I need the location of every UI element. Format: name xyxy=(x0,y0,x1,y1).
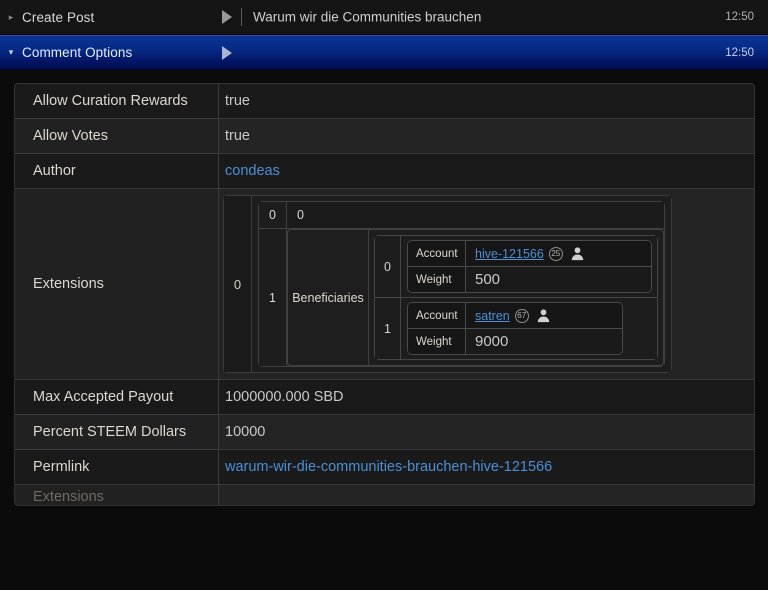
field-label: Allow Curation Rewards xyxy=(15,84,219,119)
extensions-inner-row-beneficiaries: 1 Beneficiaries 0 Account hive-121566 25… xyxy=(259,229,664,366)
beneficiaries-label: Beneficiaries xyxy=(292,290,364,305)
beneficiaries-wrapper-row: Beneficiaries 0 Account hive-121566 25 W… xyxy=(287,229,664,366)
beneficiaries-items-cell: 0 Account hive-121566 25 Weight 500 1 Ac… xyxy=(369,229,664,366)
inner-index: 0 xyxy=(259,202,287,229)
chevron-right-icon[interactable]: ▸ xyxy=(0,12,22,22)
extensions-outer-table: 0 0 0 1 Beneficiaries 0 Account hive-121… xyxy=(223,195,672,373)
table-row-extensions: Extensions 0 0 0 1 Beneficiaries 0 Accou… xyxy=(15,189,754,380)
field-label: Permlink xyxy=(15,450,219,485)
table-row: Allow Votes true xyxy=(15,119,754,154)
beneficiary-index: 1 xyxy=(375,298,401,359)
beneficiary-account-link[interactable]: hive-121566 xyxy=(475,247,544,261)
play-icon[interactable] xyxy=(222,10,232,24)
operation-bar-create-post[interactable]: ▸ Create Post Warum wir die Communities … xyxy=(0,0,768,35)
chevron-down-icon[interactable]: ▾ xyxy=(0,48,22,57)
beneficiary-cell: Account hive-121566 25 Weight 500 xyxy=(401,236,657,298)
table-row: Max Accepted Payout 1000000.000 SBD xyxy=(15,380,754,415)
table-row: Author condeas xyxy=(15,154,754,189)
beneficiaries-wrapper: Beneficiaries 0 Account hive-121566 25 W… xyxy=(287,229,664,366)
operation-subtitle-create-post: Warum wir die Communities brauchen xyxy=(253,9,482,25)
extensions-outer-index: 0 xyxy=(224,196,252,372)
inner-index: 1 xyxy=(259,229,287,366)
beneficiary-weight-row: Weight 500 xyxy=(408,267,651,292)
weight-value: 500 xyxy=(466,267,651,292)
operation-time-comment-options: 12:50 xyxy=(725,46,754,59)
account-caption: Account xyxy=(408,241,466,267)
field-label: Author xyxy=(15,154,219,189)
weight-value: 9000 xyxy=(466,329,622,354)
operation-title-comment-options: Comment Options xyxy=(22,45,133,60)
extensions-outer-pane: 0 0 1 Beneficiaries 0 Account hive-12156… xyxy=(252,196,671,372)
field-label: Extensions xyxy=(15,189,219,380)
inner-scalar-value: 0 xyxy=(287,202,664,229)
field-value: condeas xyxy=(219,154,754,189)
beneficiary-detail-table: Account hive-121566 25 Weight 500 xyxy=(407,240,652,293)
operation-bar-comment-options[interactable]: ▾ Comment Options 12:50 xyxy=(0,35,768,70)
field-value: 1000000.000 SBD xyxy=(219,380,754,415)
beneficiary-row: 0 Account hive-121566 25 Weight 500 xyxy=(375,236,657,298)
extensions-outer-row: 0 0 0 1 Beneficiaries 0 Account hive-121… xyxy=(224,196,671,372)
field-label: Allow Votes xyxy=(15,119,219,154)
operation-time-create-post: 12:50 xyxy=(725,11,754,23)
table-row-clipped: Extensions xyxy=(15,485,754,505)
account-value: hive-121566 25 xyxy=(466,241,651,267)
beneficiary-cell: Account satren 67 Weight 9000 xyxy=(401,298,657,359)
play-icon[interactable] xyxy=(222,45,232,60)
operation-details-panel: Allow Curation Rewards true Allow Votes … xyxy=(0,70,768,590)
beneficiary-account-link[interactable]: satren xyxy=(475,309,510,323)
field-value: 10000 xyxy=(219,415,754,450)
user-avatar-icon xyxy=(536,308,551,323)
reputation-badge: 25 xyxy=(548,246,563,261)
table-row: Percent STEEM Dollars 10000 xyxy=(15,415,754,450)
author-link[interactable]: condeas xyxy=(225,163,280,179)
field-value: true xyxy=(219,84,754,119)
account-caption: Account xyxy=(408,303,466,329)
beneficiary-account-row: Account satren 67 xyxy=(408,303,622,329)
field-value: warum-wir-die-communities-brauchen-hive-… xyxy=(219,450,754,485)
extensions-inner-table: 0 0 1 Beneficiaries 0 Account hive-12156… xyxy=(258,201,665,367)
beneficiary-account-row: Account hive-121566 25 xyxy=(408,241,651,267)
beneficiary-weight-row: Weight 9000 xyxy=(408,329,622,354)
field-value: true xyxy=(219,119,754,154)
field-label: Max Accepted Payout xyxy=(15,380,219,415)
beneficiaries-list-table: 0 Account hive-121566 25 Weight 500 1 Ac… xyxy=(374,235,658,360)
field-label: Extensions xyxy=(15,485,219,505)
operation-title-create-post: Create Post xyxy=(22,9,95,25)
weight-caption: Weight xyxy=(408,329,466,354)
weight-caption: Weight xyxy=(408,267,466,292)
field-label: Percent STEEM Dollars xyxy=(15,415,219,450)
table-row: Permlink warum-wir-die-communities-brauc… xyxy=(15,450,754,485)
beneficiary-index: 0 xyxy=(375,236,401,298)
extensions-inner-row-scalar: 0 0 xyxy=(259,202,664,229)
beneficiaries-label-cell: Beneficiaries xyxy=(287,229,369,366)
beneficiary-row: 1 Account satren 67 Weight 9000 xyxy=(375,298,657,359)
reputation-badge: 67 xyxy=(514,308,529,323)
account-value: satren 67 xyxy=(466,303,622,329)
table-row: Allow Curation Rewards true xyxy=(15,84,754,119)
divider xyxy=(241,8,242,26)
comment-options-table: Allow Curation Rewards true Allow Votes … xyxy=(14,83,755,506)
permlink-link[interactable]: warum-wir-die-communities-brauchen-hive-… xyxy=(225,459,552,475)
extensions-value: 0 0 0 1 Beneficiaries 0 Account hive-121… xyxy=(219,189,754,380)
beneficiary-detail-table: Account satren 67 Weight 9000 xyxy=(407,302,623,355)
user-avatar-icon xyxy=(570,246,585,261)
beneficiaries-pane: Beneficiaries 0 Account hive-121566 25 W… xyxy=(287,229,664,366)
field-value xyxy=(219,485,754,505)
